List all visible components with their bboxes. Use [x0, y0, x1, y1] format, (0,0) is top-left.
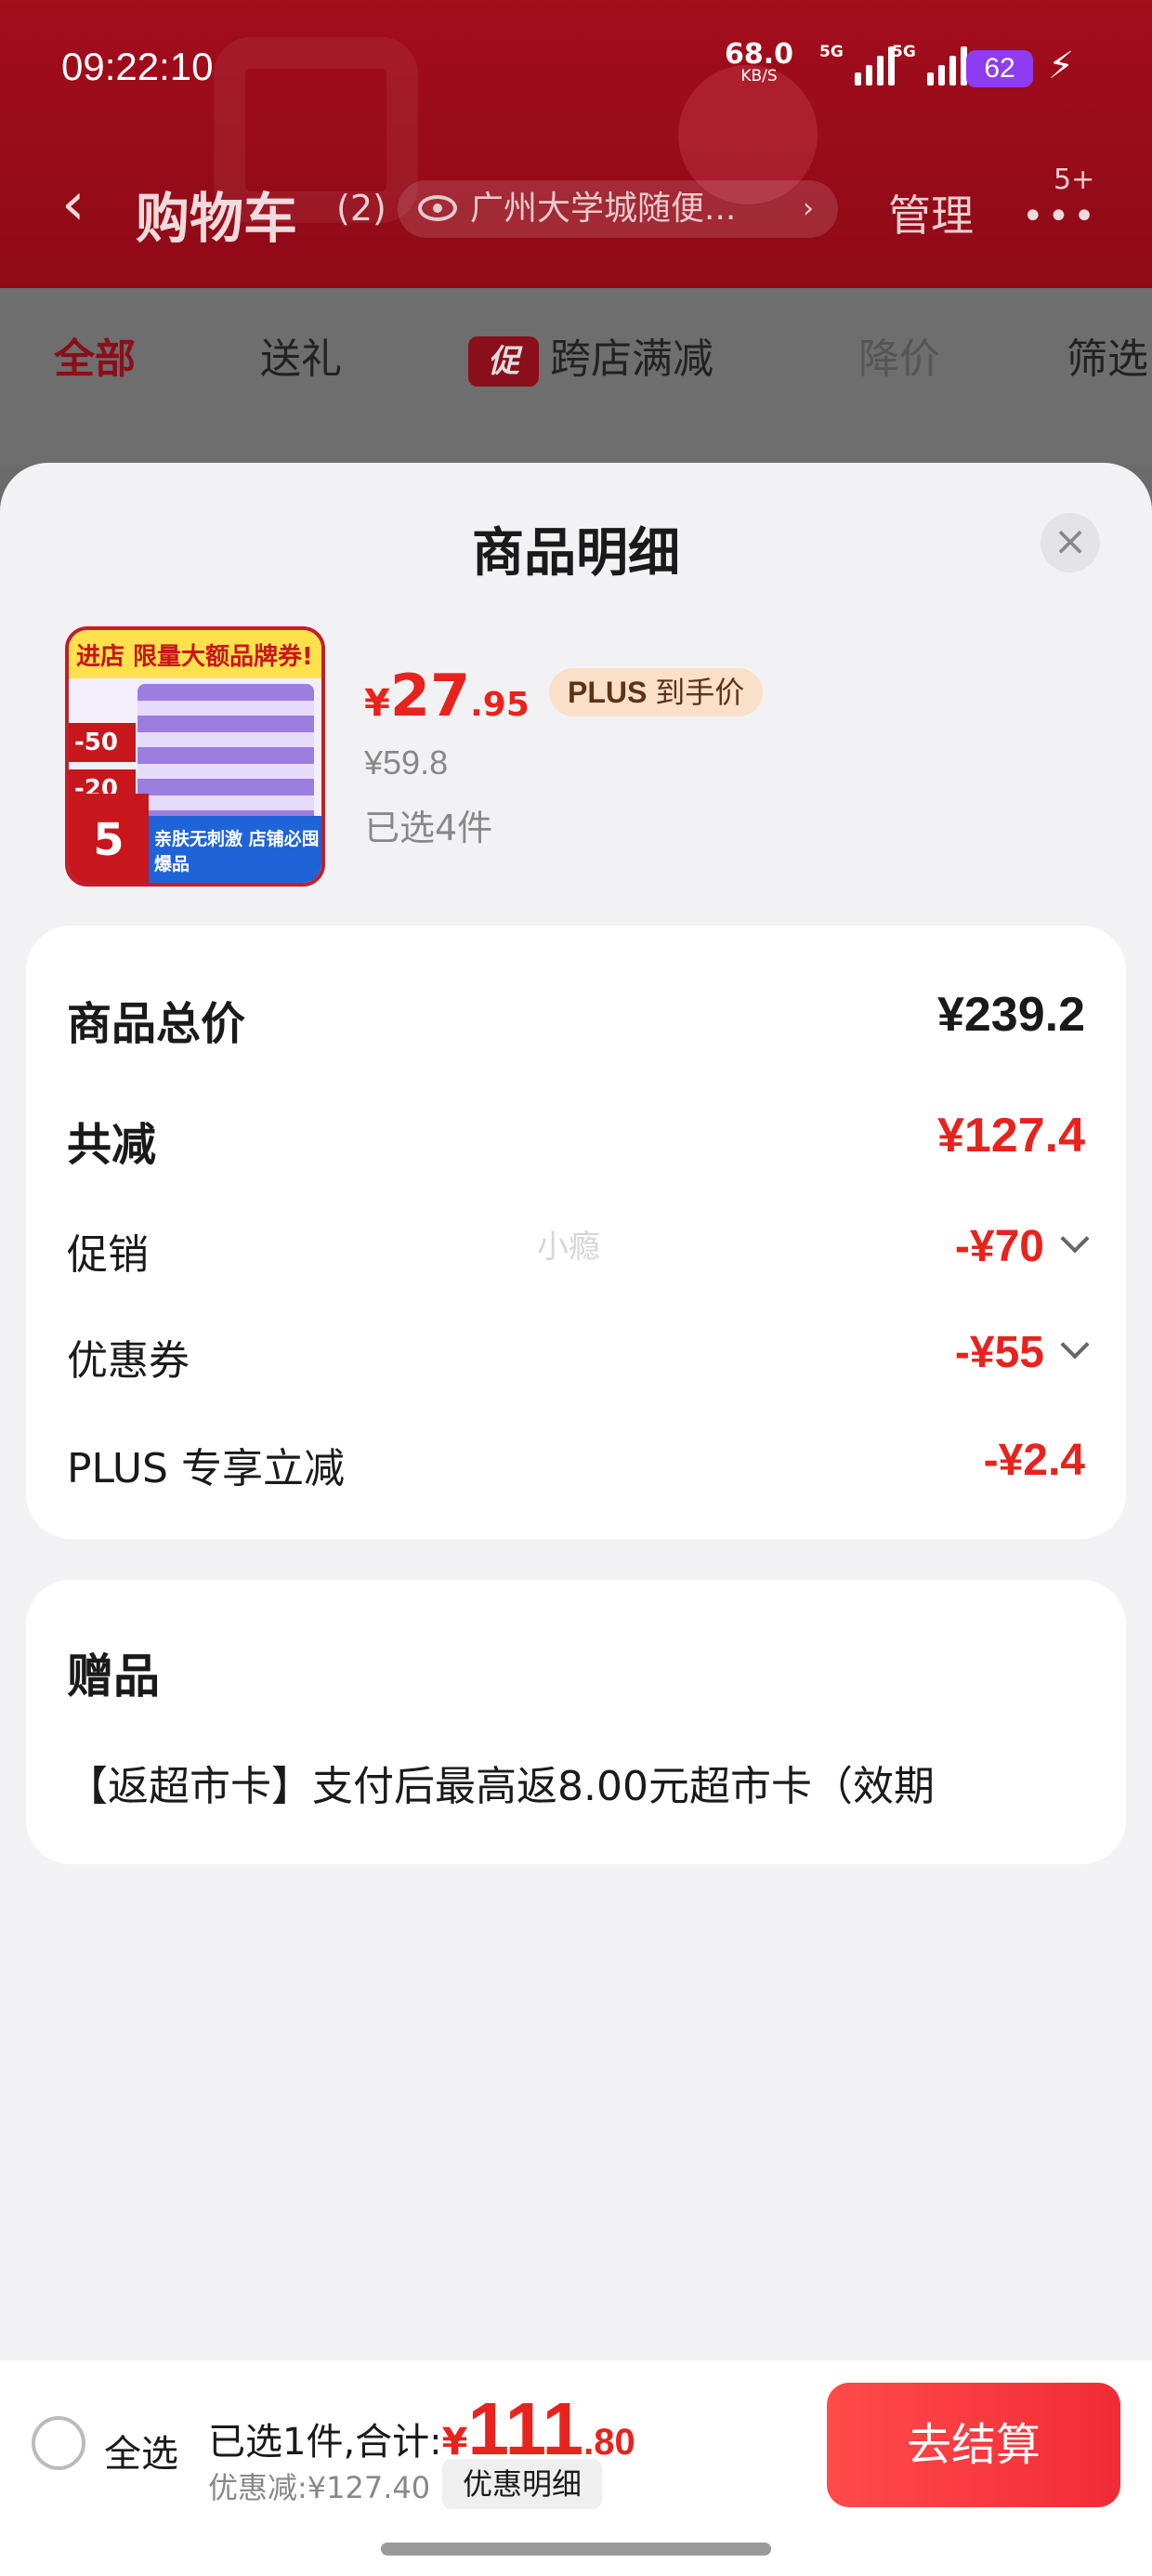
promo-badge: 促 — [468, 336, 539, 387]
total-reduction-value: ¥127.4 — [936, 1109, 1085, 1163]
filter-tabs: 全部 送礼 促跨店满减 降价 筛选 — [0, 288, 1152, 465]
tab-gift[interactable]: 送礼 — [260, 325, 342, 385]
product-price: ¥27.95 PLUS 到手价 — [364, 662, 764, 729]
price-breakdown-card: 商品总价 ¥239.2 共减 ¥127.4 促销 -¥70 小瘾 优惠券 -¥5… — [26, 926, 1126, 1539]
thumb-banner-text: 进店 限量大额品牌券! — [76, 643, 313, 671]
plus-discount-row: PLUS 专享立减 -¥2.4 — [67, 1435, 1085, 1492]
plus-badge-text: 到手价 — [655, 676, 745, 709]
promotion-value: -¥70 — [954, 1222, 1044, 1271]
selected-quantity: 已选4件 — [364, 808, 493, 848]
top-header: 09:22:10 68.0 KB/S 5G 5G 62 ⚡ ‹ 购物车 (2) … — [0, 0, 1152, 288]
status-time: 09:22:10 — [61, 45, 214, 88]
more-dots-icon[interactable]: ••• — [1022, 195, 1099, 238]
plus-discount-label: PLUS 专享立减 — [67, 1445, 345, 1492]
chevron-right-icon: › — [803, 192, 814, 225]
sim2-label: 5G — [892, 43, 916, 61]
plus-badge-brand: PLUS — [568, 676, 648, 709]
charging-icon: ⚡ — [1048, 45, 1075, 87]
coupon-label: 优惠券 — [67, 1337, 190, 1385]
sheet-title: 商品明细 — [472, 523, 680, 584]
tab-all[interactable]: 全部 — [54, 325, 136, 385]
total-symbol: ¥ — [441, 2421, 468, 2464]
tab-cross-store-label: 跨店满减 — [550, 335, 713, 383]
network-speed-unit: KB/S — [740, 67, 778, 85]
price-integer: 27 — [389, 662, 471, 729]
total-decimal: .80 — [583, 2422, 635, 2463]
gift-description: 【返超市卡】支付后最高返8.00元超市卡（效期 — [67, 1763, 935, 1810]
gift-card: 赠品 【返超市卡】支付后最高返8.00元超市卡（效期 — [26, 1580, 1126, 1864]
coupon-row[interactable]: 优惠券 -¥55 — [67, 1327, 1090, 1385]
nav-bar: ‹ 购物车 (2) 广州大学城随便... › 管理 ••• 5+ — [0, 158, 1152, 260]
chevron-down-icon[interactable] — [1060, 1330, 1090, 1360]
tab-filter[interactable]: 筛选 — [1067, 325, 1148, 385]
promotion-label: 促销 — [67, 1231, 149, 1279]
close-icon[interactable]: × — [1041, 513, 1100, 572]
tab-cross-store[interactable]: 促跨店满减 — [468, 325, 713, 387]
checkout-button[interactable]: 去结算 — [827, 2383, 1120, 2507]
thumb-discount: 5 — [69, 794, 149, 883]
product-detail-sheet: 商品明细 × 进店 限量大额品牌券! -50 -20 亲肤无刺激 店铺必囤爆品 … — [0, 463, 1152, 2576]
summary-text: 已选1件,合计: — [208, 2421, 442, 2464]
page-title: 购物车 — [136, 187, 298, 250]
select-all-checkbox[interactable] — [32, 2416, 85, 2470]
network-speed-value: 68.0 — [725, 38, 794, 71]
total-reduction-row: 共减 ¥127.4 — [67, 1108, 1085, 1171]
gift-title: 赠品 — [67, 1649, 160, 1703]
cart-count: (2) — [336, 188, 386, 229]
more-badge: 5+ — [1054, 164, 1095, 196]
product-summary: 进店 限量大额品牌券! -50 -20 亲肤无刺激 店铺必囤爆品 5 ¥27.9… — [65, 626, 1087, 896]
coupon-value: -¥55 — [954, 1328, 1044, 1377]
signal-icon: 5G — [819, 43, 895, 85]
price-decimal: .95 — [470, 686, 530, 724]
discount-summary: 优惠减:¥127.40 — [208, 2470, 431, 2505]
eye-icon — [418, 195, 457, 221]
watermark: 小瘾 — [537, 1229, 600, 1266]
manage-button[interactable]: 管理 — [888, 182, 974, 243]
select-all-label[interactable]: 全选 — [104, 2424, 178, 2477]
price-symbol: ¥ — [364, 682, 390, 725]
tissue-stack-graphic — [137, 684, 314, 823]
total-price-row: 商品总价 ¥239.2 — [67, 987, 1085, 1050]
status-bar: 09:22:10 68.0 KB/S 5G 5G 62 ⚡ — [0, 0, 1152, 139]
tab-price-drop[interactable]: 降价 — [858, 325, 940, 385]
thumb-tag-a: -50 — [69, 723, 136, 762]
battery-level: 62 — [984, 53, 1015, 84]
network-speed: 68.0 KB/S — [725, 41, 793, 85]
total-price-label: 商品总价 — [67, 998, 246, 1050]
total-integer: 111 — [467, 2387, 584, 2470]
battery-icon: 62 — [966, 50, 1033, 87]
location-text: 广州大学城随便... — [470, 190, 737, 228]
signal-icon: 5G — [892, 43, 967, 85]
location-selector[interactable]: 广州大学城随便... › — [398, 180, 838, 238]
total-price-value: ¥239.2 — [936, 988, 1085, 1042]
chevron-down-icon[interactable] — [1060, 1224, 1090, 1254]
product-image[interactable]: 进店 限量大额品牌券! -50 -20 亲肤无刺激 店铺必囤爆品 5 — [65, 626, 325, 887]
home-indicator[interactable] — [381, 2543, 771, 2556]
original-price: ¥59.8 — [364, 743, 449, 782]
sim1-label: 5G — [819, 43, 844, 61]
plus-discount-value: -¥2.4 — [983, 1436, 1085, 1485]
plus-price-badge: PLUS 到手价 — [549, 668, 764, 716]
total-reduction-label: 共减 — [67, 1119, 157, 1171]
chevron-left-icon[interactable]: ‹ — [61, 175, 85, 234]
discount-detail-button[interactable]: 优惠明细 — [442, 2459, 603, 2509]
